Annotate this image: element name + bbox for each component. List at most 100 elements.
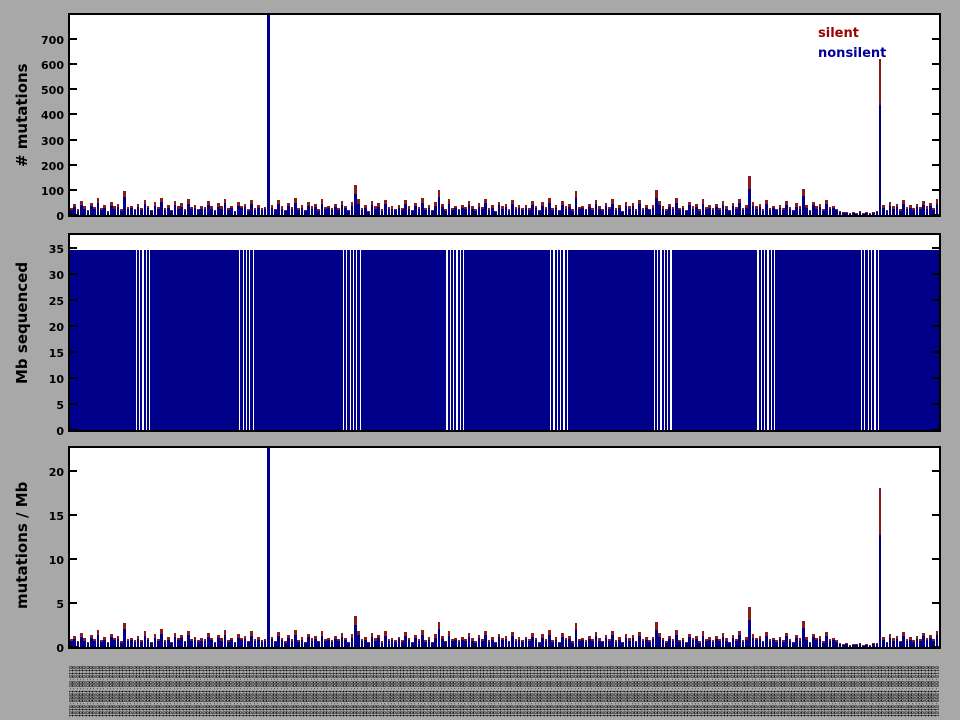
silent-cap — [313, 203, 317, 207]
bar — [721, 633, 725, 647]
silent-cap — [832, 637, 835, 641]
bar — [123, 191, 127, 215]
silent-cap — [471, 638, 474, 641]
silent-cap — [133, 208, 137, 211]
silent-cap — [684, 641, 688, 644]
bar — [895, 203, 899, 215]
silent-cap — [514, 638, 518, 641]
bar — [384, 631, 387, 647]
silent-cap — [811, 201, 815, 206]
silent-cap — [73, 635, 76, 640]
bar — [715, 204, 718, 215]
bar — [912, 208, 915, 215]
bar — [664, 250, 668, 430]
silent-cap — [130, 637, 133, 641]
silent-cap — [83, 638, 86, 641]
silent-cap — [738, 630, 742, 635]
silent-cap — [427, 637, 431, 640]
silent-cap — [300, 205, 304, 208]
bar — [176, 638, 180, 647]
bar — [537, 641, 541, 647]
silent-cap — [213, 641, 217, 643]
silent-cap — [608, 206, 611, 209]
silent-cap — [390, 206, 394, 209]
silent-cap — [601, 640, 605, 643]
silent-cap — [217, 203, 220, 207]
silent-cap — [838, 211, 842, 212]
bar — [858, 643, 862, 647]
y-tick-mark — [932, 246, 939, 249]
bar — [524, 636, 528, 647]
silent-cap — [394, 208, 397, 211]
silent-cap — [601, 209, 605, 211]
y-axis-label-mutations: # mutations — [13, 63, 31, 167]
bar — [895, 635, 899, 647]
bar — [578, 207, 581, 215]
silent-cap — [73, 203, 76, 208]
silent-cap — [180, 203, 183, 207]
bar — [344, 250, 347, 430]
bar — [163, 208, 167, 215]
silent-cap — [220, 638, 224, 641]
bar — [444, 209, 447, 215]
silent-cap — [377, 203, 381, 207]
bar — [842, 212, 845, 215]
bar — [467, 632, 471, 647]
bar — [781, 639, 785, 647]
silent-cap — [745, 636, 748, 640]
bar — [852, 212, 855, 215]
y-tick-label: 15 — [48, 346, 64, 360]
bar — [711, 640, 715, 647]
silent-cap — [818, 635, 822, 639]
silent-cap — [233, 642, 237, 644]
silent-cap — [350, 202, 354, 206]
silent-cap — [925, 206, 929, 209]
bar — [778, 636, 782, 647]
bar — [564, 250, 567, 430]
silent-cap — [257, 637, 260, 640]
silent-cap — [96, 630, 100, 635]
bar — [872, 250, 875, 430]
silent-cap — [160, 629, 163, 635]
bar — [832, 205, 835, 215]
silent-cap — [203, 207, 207, 210]
silent-cap — [247, 640, 250, 643]
bar — [310, 206, 314, 215]
silent-cap — [661, 206, 665, 209]
bar — [350, 250, 353, 430]
bar — [731, 202, 735, 215]
silent-cap — [457, 640, 461, 643]
silent-cap — [310, 206, 314, 209]
bar — [106, 642, 110, 647]
silent-cap — [644, 637, 648, 640]
y-tick-label: 400 — [41, 109, 64, 123]
silent-cap — [534, 205, 538, 209]
bar — [811, 201, 815, 215]
bar — [818, 635, 822, 647]
y-tick-mark — [932, 324, 939, 327]
y-tick-mark — [70, 113, 77, 116]
silent-cap — [166, 636, 170, 640]
bar — [350, 202, 354, 215]
silent-cap — [725, 206, 728, 209]
silent-cap — [350, 634, 354, 638]
silent-cap — [698, 641, 701, 643]
silent-cap — [340, 633, 344, 637]
bar — [170, 210, 173, 215]
bar — [370, 633, 374, 647]
bar — [217, 635, 220, 647]
bar — [631, 635, 635, 647]
bar — [334, 636, 337, 647]
bar — [471, 206, 474, 215]
silent-cap — [260, 208, 264, 210]
bar — [791, 641, 795, 647]
bar — [223, 630, 227, 647]
silent-cap — [230, 637, 234, 641]
silent-cap — [561, 201, 564, 206]
silent-cap — [457, 208, 461, 211]
bar — [80, 632, 83, 647]
bar — [420, 630, 424, 647]
bar — [451, 207, 454, 215]
bar — [324, 638, 327, 647]
bar — [213, 209, 217, 215]
